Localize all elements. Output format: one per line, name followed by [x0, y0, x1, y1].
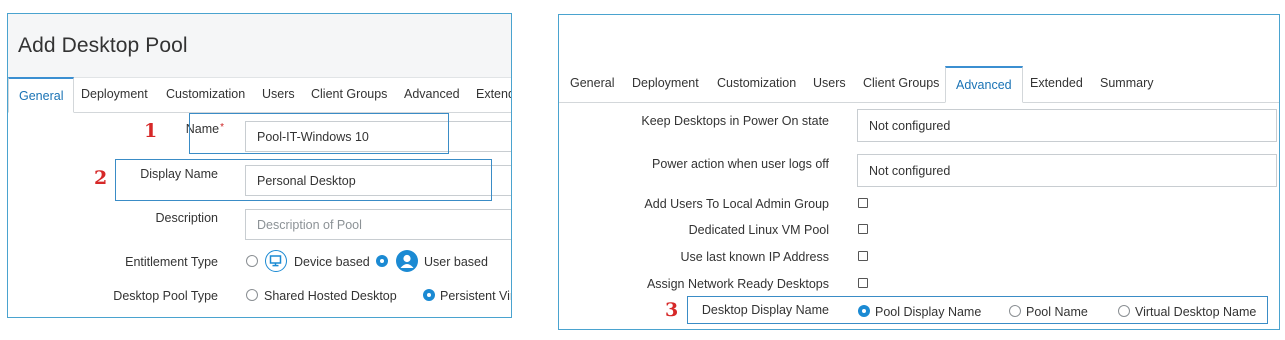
device-based-radio[interactable] [246, 255, 258, 267]
name-field[interactable]: Pool-IT-Windows 10 [245, 121, 511, 152]
user-based-radio[interactable] [376, 255, 388, 267]
last-ip-checkbox[interactable] [858, 251, 868, 261]
tab-advanced[interactable]: Advanced [404, 77, 460, 112]
persistent-virtual-radio[interactable] [423, 289, 435, 301]
desktop-display-name-label: Desktop Display Name [701, 303, 829, 317]
description-field[interactable]: Description of Pool [245, 209, 511, 240]
title-band: Add Desktop Pool [8, 14, 511, 78]
display-name-label: Display Name [140, 167, 218, 181]
entitlement-type-label: Entitlement Type [125, 255, 218, 269]
power-action-label: Power action when user logs off [652, 157, 829, 171]
tab-advanced[interactable]: Advanced [945, 66, 1023, 103]
dedicated-linux-checkbox[interactable] [858, 224, 868, 234]
tab-users[interactable]: Users [262, 77, 295, 112]
tab-client-groups[interactable]: Client Groups [863, 66, 939, 102]
tab-general[interactable]: General [8, 77, 75, 113]
user-based-label: User based [424, 255, 488, 269]
step-marker-2: 2 [94, 167, 108, 189]
advanced-settings-panel: General Deployment Customization Users C… [558, 14, 1280, 330]
network-ready-checkbox[interactable] [858, 278, 868, 288]
step-marker-1: 1 [144, 120, 158, 142]
add-desktop-pool-panel: Add Desktop Pool General Deployment Cust… [7, 13, 512, 318]
tab-deployment[interactable]: Deployment [632, 66, 699, 102]
tab-users[interactable]: Users [813, 66, 846, 102]
tab-general[interactable]: General [570, 66, 614, 102]
tab-customization[interactable]: Customization [717, 66, 796, 102]
page-title: Add Desktop Pool [18, 34, 188, 57]
dedicated-linux-label: Dedicated Linux VM Pool [688, 223, 829, 237]
desktop-pool-type-label: Desktop Pool Type [113, 289, 218, 303]
shared-hosted-radio[interactable] [246, 289, 258, 301]
tab-extended[interactable]: Extended [1030, 66, 1083, 102]
user-icon [396, 250, 418, 272]
tab-bar: General Deployment Customization Users C… [559, 66, 1279, 103]
keep-power-on-select[interactable]: Not configured [857, 109, 1277, 142]
step-marker-3: 3 [665, 299, 679, 321]
keep-power-on-label: Keep Desktops in Power On state [641, 114, 829, 128]
tab-customization[interactable]: Customization [166, 77, 245, 112]
tab-summary[interactable]: Summary [1100, 66, 1153, 102]
pool-display-name-label: Pool Display Name [875, 305, 982, 319]
name-label: Name* [185, 122, 224, 136]
pool-name-label: Pool Name [1026, 305, 1088, 319]
power-action-select[interactable]: Not configured [857, 154, 1277, 187]
last-ip-label: Use last known IP Address [680, 250, 829, 264]
persistent-virtual-label: Persistent Virt [440, 289, 512, 303]
tab-deployment[interactable]: Deployment [81, 77, 148, 112]
add-users-admin-checkbox[interactable] [858, 198, 868, 208]
device-based-label: Device based [294, 255, 370, 269]
network-ready-label: Assign Network Ready Desktops [646, 277, 829, 291]
virtual-desktop-name-radio[interactable] [1118, 305, 1130, 317]
virtual-desktop-name-label: Virtual Desktop Name [1135, 305, 1257, 319]
shared-hosted-label: Shared Hosted Desktop [264, 289, 397, 303]
add-users-admin-label: Add Users To Local Admin Group [644, 197, 829, 211]
tab-extended[interactable]: Extend [476, 77, 511, 112]
pool-name-radio[interactable] [1009, 305, 1021, 317]
description-label: Description [155, 211, 218, 225]
pool-display-name-radio[interactable] [858, 305, 870, 317]
monitor-icon [265, 250, 287, 272]
required-mark: * [220, 122, 224, 133]
display-name-field[interactable]: Personal Desktop [245, 165, 511, 196]
tab-client-groups[interactable]: Client Groups [311, 77, 387, 112]
tab-bar: General Deployment Customization Users C… [8, 77, 511, 113]
